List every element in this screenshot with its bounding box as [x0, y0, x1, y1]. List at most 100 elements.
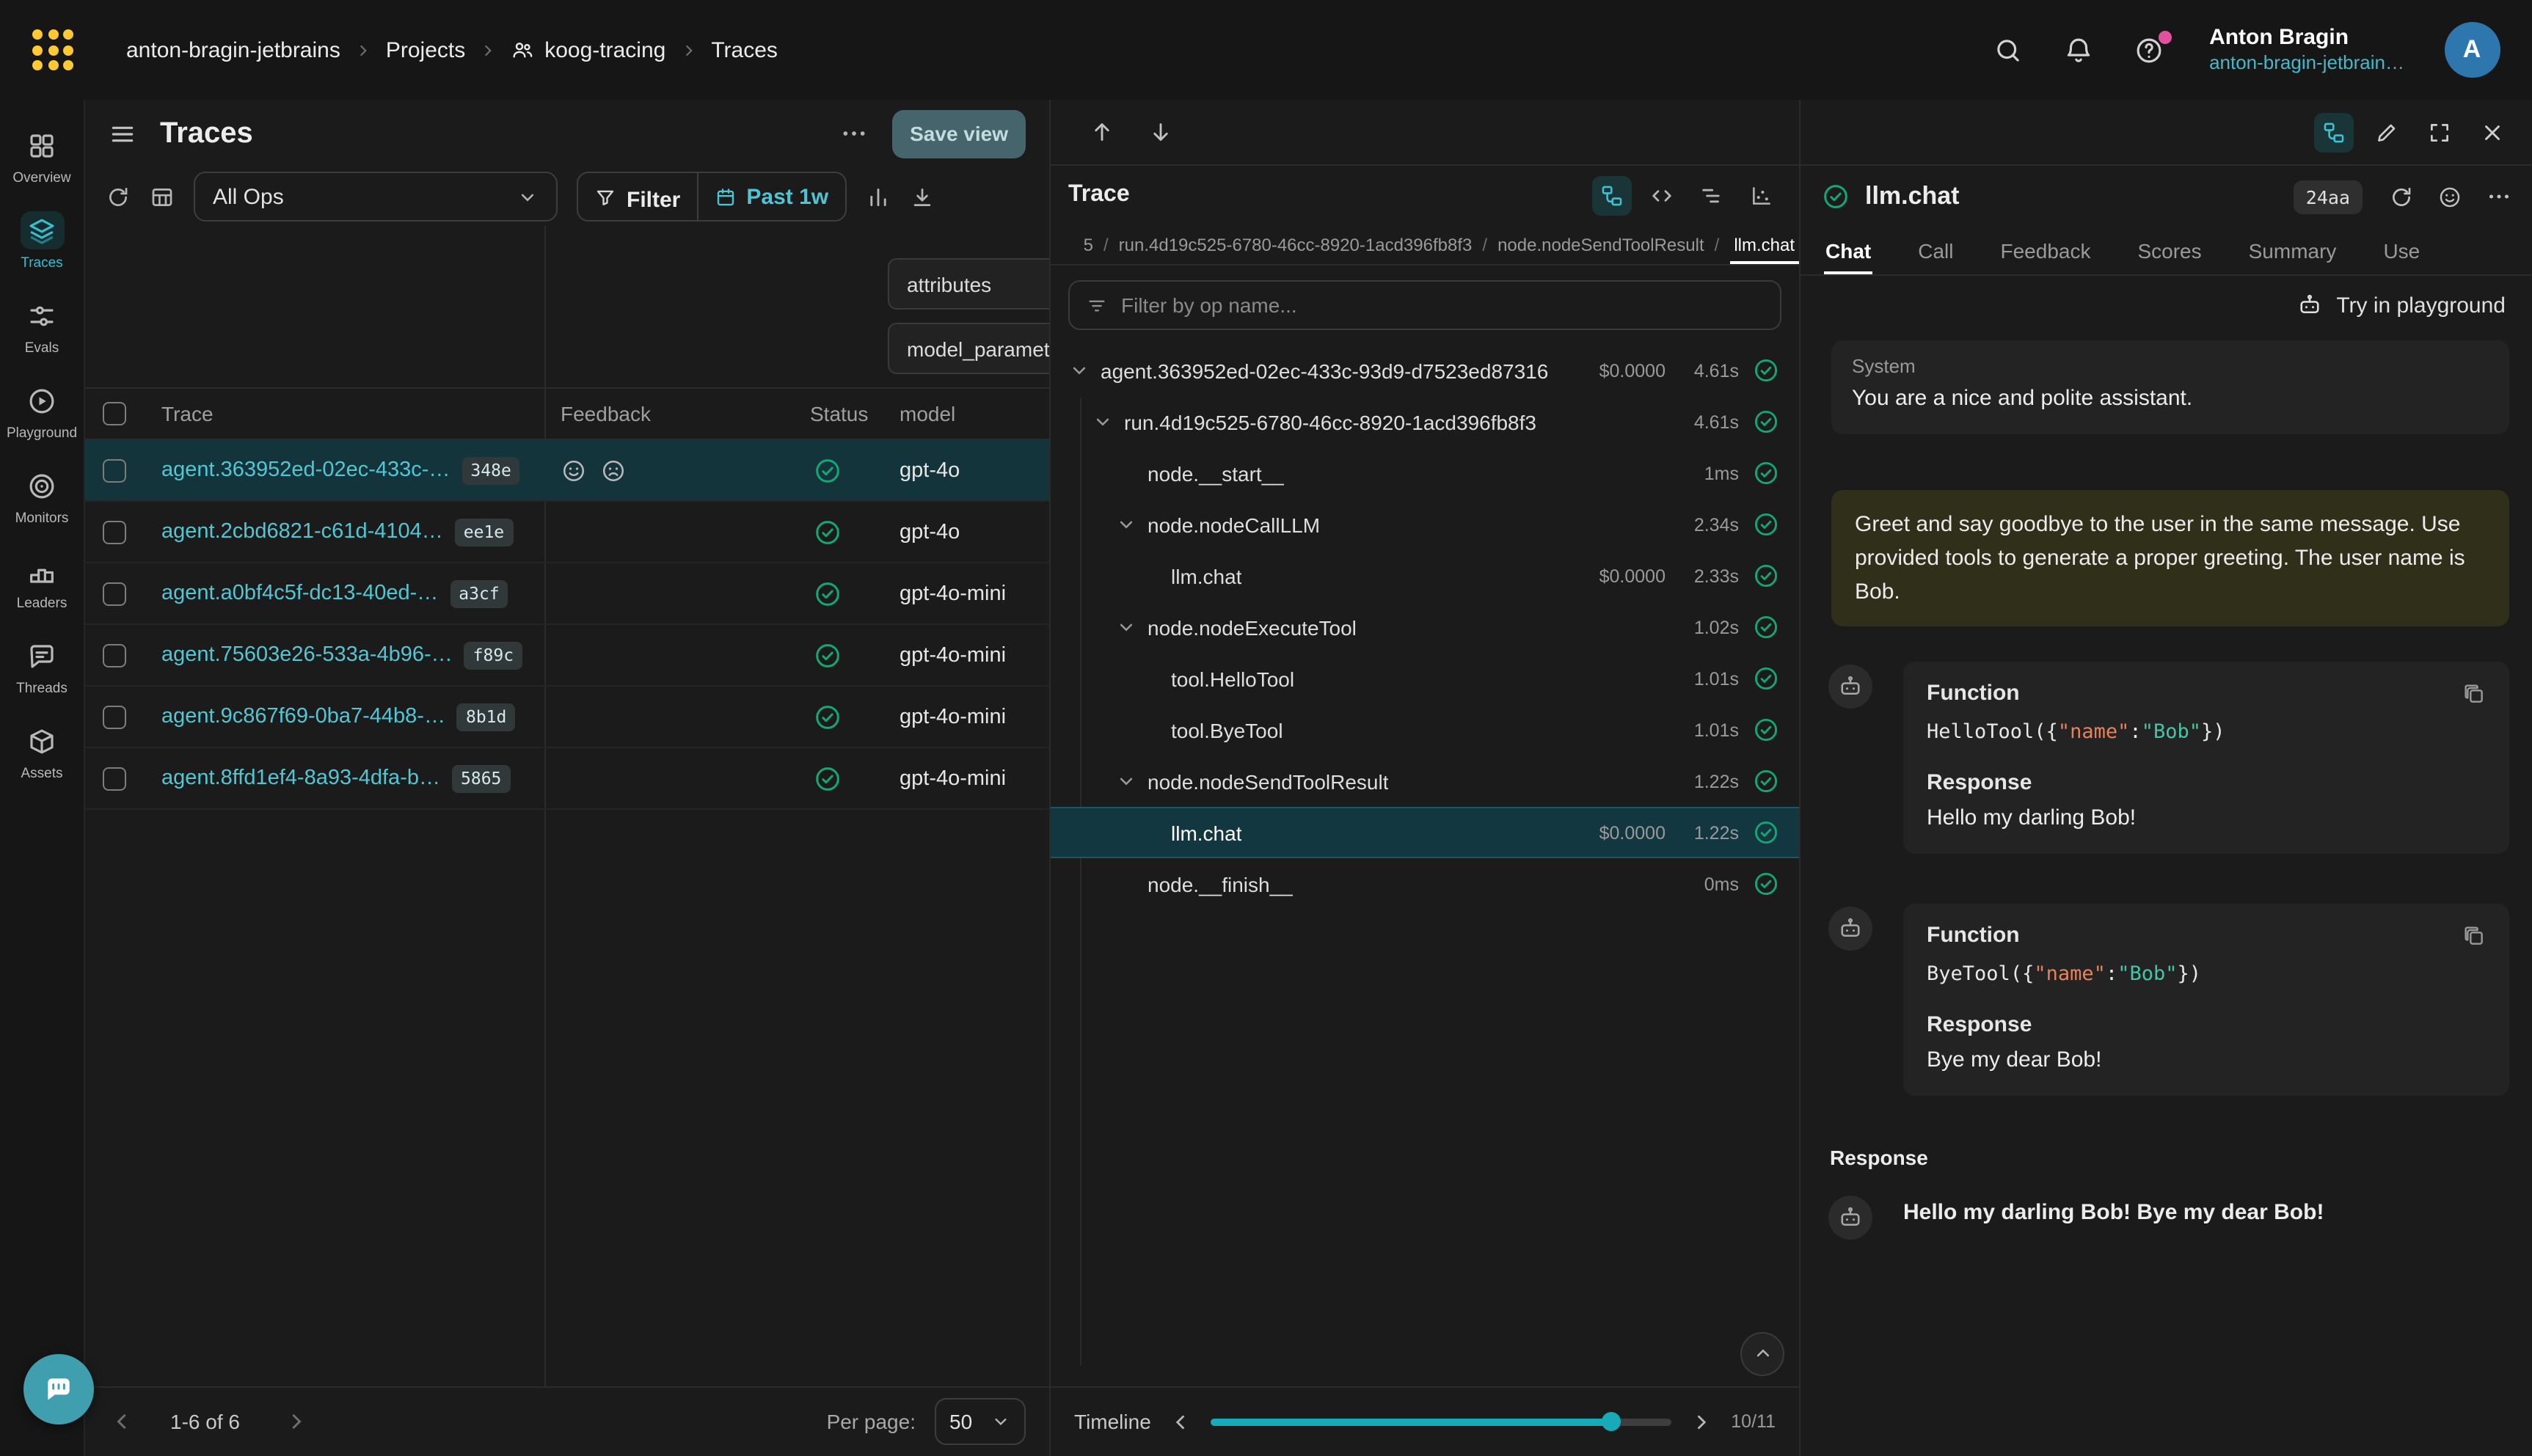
column-chip-model-parameters[interactable]: model_paramet [888, 323, 1049, 374]
sidebar-item-traces[interactable]: Traces [1, 200, 83, 282]
call-id-badge[interactable]: 24aa [2294, 180, 2362, 213]
next-trace-button[interactable] [1148, 119, 1174, 145]
trace-link[interactable]: agent.a0bf4c5f-dc13-40ed-… [161, 582, 438, 605]
trace-crumb-run[interactable]: run.4d19c525-6780-46cc-8920-1acd396fb8f3 [1119, 234, 1473, 255]
code-view-button[interactable] [1642, 175, 1682, 215]
select-all-checkbox[interactable] [103, 402, 126, 425]
trace-link[interactable]: agent.363952ed-02ec-433c-… [161, 458, 450, 482]
retry-button[interactable] [2388, 184, 2413, 209]
row-checkbox[interactable] [103, 458, 126, 482]
trace-crumb-truncated[interactable]: 5 [1084, 234, 1093, 255]
timeline-slider-handle[interactable] [1602, 1412, 1621, 1431]
notifications-button[interactable] [2062, 34, 2093, 65]
timeline-prev-button[interactable] [1169, 1409, 1194, 1434]
export-button[interactable] [909, 184, 934, 209]
try-in-playground-button[interactable]: Try in playground [2296, 292, 2506, 318]
tab-use[interactable]: Use [2382, 227, 2421, 274]
column-header-trace[interactable]: Trace [161, 402, 214, 425]
column-header-model[interactable]: model [900, 402, 955, 425]
refresh-button[interactable] [106, 184, 131, 209]
table-row[interactable]: agent.8ffd1ef4-8a93-4dfa-b…5865 gpt-4o-m… [85, 748, 1049, 810]
trace-link[interactable]: agent.75603e26-533a-4b96-… [161, 643, 453, 667]
help-button[interactable] [2133, 34, 2164, 65]
more-options-button[interactable] [2485, 183, 2511, 210]
avatar[interactable]: A [2444, 22, 2500, 78]
timeline-next-button[interactable] [1688, 1409, 1713, 1434]
row-checkbox[interactable] [103, 767, 126, 790]
chart-toggle-button[interactable] [865, 184, 890, 209]
frowny-feedback-icon[interactable] [600, 457, 627, 483]
tree-row[interactable]: tool.HelloTool 1.01s [1051, 653, 1799, 704]
tab-scores[interactable]: Scores [2136, 227, 2203, 274]
table-row[interactable]: agent.363952ed-02ec-433c-…348e gpt-4o [85, 440, 1049, 502]
sidebar-item-leaders[interactable]: Leaders [1, 540, 83, 622]
side-peek-button[interactable] [2313, 112, 2353, 152]
tab-feedback[interactable]: Feedback [1999, 227, 2093, 274]
chevron-down-icon[interactable] [1115, 770, 1139, 792]
row-checkbox[interactable] [103, 643, 126, 667]
tree-row[interactable]: tool.ByeTool 1.01s [1051, 704, 1799, 756]
prev-trace-button[interactable] [1089, 119, 1115, 145]
trace-link[interactable]: agent.2cbd6821-c61d-4104… [161, 520, 443, 544]
row-checkbox[interactable] [103, 520, 126, 544]
search-button[interactable] [1992, 34, 2023, 65]
tree-row[interactable]: node.nodeSendToolResult 1.22s [1051, 756, 1799, 807]
more-options-button[interactable] [839, 119, 869, 148]
chevron-down-icon[interactable] [1068, 359, 1092, 381]
edit-button[interactable] [2366, 112, 2406, 152]
column-header-feedback[interactable]: Feedback [561, 402, 651, 425]
chevron-down-icon[interactable] [1115, 616, 1139, 638]
tree-row[interactable]: node.__finish__ 0ms [1051, 858, 1799, 910]
timeline-slider[interactable] [1211, 1418, 1671, 1425]
table-row[interactable]: agent.2cbd6821-c61d-4104…ee1e gpt-4o [85, 502, 1049, 563]
trace-crumb-node[interactable]: node.nodeSendToolResult [1497, 234, 1704, 255]
trace-crumb-current[interactable]: llm.chat [1729, 224, 1799, 264]
trace-link[interactable]: agent.8ffd1ef4-8a93-4dfa-b… [161, 767, 440, 790]
fullscreen-button[interactable] [2419, 112, 2459, 152]
wandb-logo-icon[interactable] [32, 29, 73, 70]
user-menu[interactable]: Anton Bragin anton-bragin-jetbrain… [2209, 23, 2404, 77]
copy-button[interactable] [2462, 924, 2485, 948]
sidebar-item-playground[interactable]: Playground [1, 370, 83, 452]
column-header-status[interactable]: Status [810, 402, 868, 425]
row-checkbox[interactable] [103, 705, 126, 728]
scatter-view-button[interactable] [1742, 175, 1781, 215]
tree-view-button[interactable] [1592, 175, 1632, 215]
table-row[interactable]: agent.9c867f69-0ba7-44b8-…8b1d gpt-4o-mi… [85, 687, 1049, 748]
sidebar-toggle-button[interactable] [109, 120, 136, 147]
time-range-button[interactable]: Past 1w [698, 173, 844, 220]
sidebar-item-threads[interactable]: Threads [1, 625, 83, 707]
tree-row[interactable]: node.nodeCallLLM 2.34s [1051, 499, 1799, 550]
chevron-down-icon[interactable] [1115, 513, 1139, 535]
tree-row-selected[interactable]: llm.chat $0.0000 1.22s [1051, 807, 1799, 858]
per-page-select[interactable]: 50 [935, 1398, 1026, 1445]
collapse-timeline-button[interactable] [1740, 1331, 1784, 1375]
row-checkbox[interactable] [103, 582, 126, 605]
save-view-button[interactable]: Save view [892, 109, 1026, 158]
table-row[interactable]: agent.a0bf4c5f-dc13-40ed-…a3cf gpt-4o-mi… [85, 563, 1049, 625]
close-button[interactable] [2472, 112, 2511, 152]
column-chip-attributes[interactable]: attributes [888, 258, 1049, 310]
sidebar-item-evals[interactable]: Evals [1, 285, 83, 367]
trace-link[interactable]: agent.9c867f69-0ba7-44b8-… [161, 705, 445, 728]
support-chat-button[interactable] [23, 1353, 94, 1424]
op-name-filter-input[interactable] [1121, 293, 1764, 317]
smiley-feedback-icon[interactable] [561, 457, 587, 483]
sidebar-item-assets[interactable]: Assets [1, 710, 83, 792]
sidebar-item-monitors[interactable]: Monitors [1, 455, 83, 537]
feedback-button[interactable] [2437, 184, 2462, 209]
chevron-down-icon[interactable] [1092, 411, 1115, 433]
copy-button[interactable] [2462, 682, 2485, 706]
breadcrumb-projects[interactable]: Projects [386, 37, 465, 62]
waterfall-view-button[interactable] [1692, 175, 1732, 215]
breadcrumb-traces[interactable]: Traces [711, 37, 778, 62]
ops-filter-select[interactable]: All Ops [194, 172, 558, 222]
next-page-button[interactable] [284, 1408, 310, 1435]
tab-chat[interactable]: Chat [1824, 227, 1872, 274]
sidebar-item-overview[interactable]: Overview [1, 114, 83, 197]
filter-button[interactable]: Filter [578, 173, 696, 220]
tab-call[interactable]: Call [1916, 227, 1955, 274]
tree-row[interactable]: run.4d19c525-6780-46cc-8920-1acd396fb8f3… [1051, 396, 1799, 447]
columns-button[interactable] [150, 184, 175, 209]
tree-row[interactable]: llm.chat $0.0000 2.33s [1051, 550, 1799, 601]
